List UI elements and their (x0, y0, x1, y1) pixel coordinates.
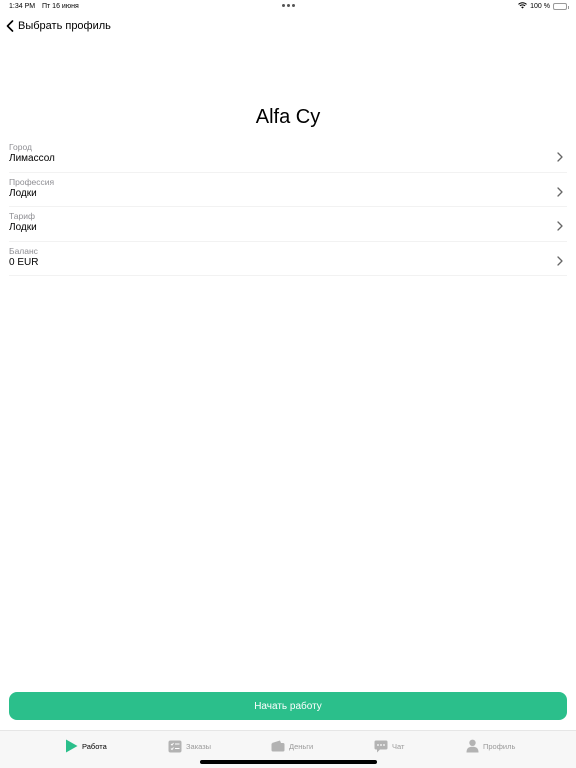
chevron-right-icon (557, 218, 563, 236)
chevron-right-icon (557, 184, 563, 202)
tab-label: Заказы (186, 741, 212, 751)
chat-icon (374, 739, 388, 753)
tab-label: Работа (82, 741, 107, 751)
back-label: Выбрать профиль (18, 20, 111, 32)
status-time: 1:34 PM (9, 3, 36, 10)
play-icon (64, 739, 78, 753)
chevron-left-icon (6, 20, 14, 32)
chevron-right-icon (557, 149, 563, 167)
profile-name: Alfa Cy (255, 106, 321, 128)
row-value: Лодки (9, 222, 37, 233)
row-value: Лимассол (9, 153, 55, 164)
back-button[interactable]: Выбрать профиль (6, 20, 111, 32)
battery-percent: 100 % (530, 3, 550, 10)
tab-orders[interactable]: Заказы (168, 739, 211, 753)
row-value: Лодки (9, 187, 37, 199)
person-icon (465, 739, 479, 753)
status-right: 100 % (518, 2, 569, 11)
tab-chat[interactable]: Чат (374, 739, 404, 753)
tab-work[interactable]: Работа (64, 739, 107, 753)
tab-label: Профиль (483, 741, 516, 751)
tariff-row[interactable]: Тариф Лодки (9, 207, 567, 242)
profession-row[interactable]: Профессия Лодки (9, 173, 567, 207)
tab-label: Деньги (289, 741, 314, 751)
battery-icon (553, 3, 569, 10)
checklist-icon (168, 739, 182, 753)
row-label: Город (9, 142, 32, 152)
chevron-right-icon (557, 253, 563, 271)
tab-money[interactable]: Деньги (271, 739, 313, 753)
wallet-icon (271, 739, 285, 753)
wifi-icon (518, 2, 527, 11)
tab-label: Чат (392, 741, 405, 751)
row-value: 0 EUR (9, 256, 39, 268)
status-bar: 1:34 PM Пт 16 июня 100 % (0, 0, 576, 14)
home-indicator[interactable] (200, 760, 377, 764)
tab-profile[interactable]: Профиль (465, 739, 515, 753)
balance-row[interactable]: Баланс 0 EUR (9, 242, 567, 276)
row-label: Тариф (9, 211, 36, 221)
city-row[interactable]: Город Лимассол (9, 138, 567, 173)
row-label: Баланс (9, 245, 38, 256)
start-work-button[interactable]: Начать работу (9, 692, 567, 720)
row-label: Профессия (9, 176, 55, 187)
status-date: Пт 16 июня (42, 3, 79, 10)
profile-info-list: Город Лимассол Профессия Лодки Тариф Лод… (9, 138, 567, 276)
multitasking-dots-icon[interactable] (282, 4, 295, 7)
